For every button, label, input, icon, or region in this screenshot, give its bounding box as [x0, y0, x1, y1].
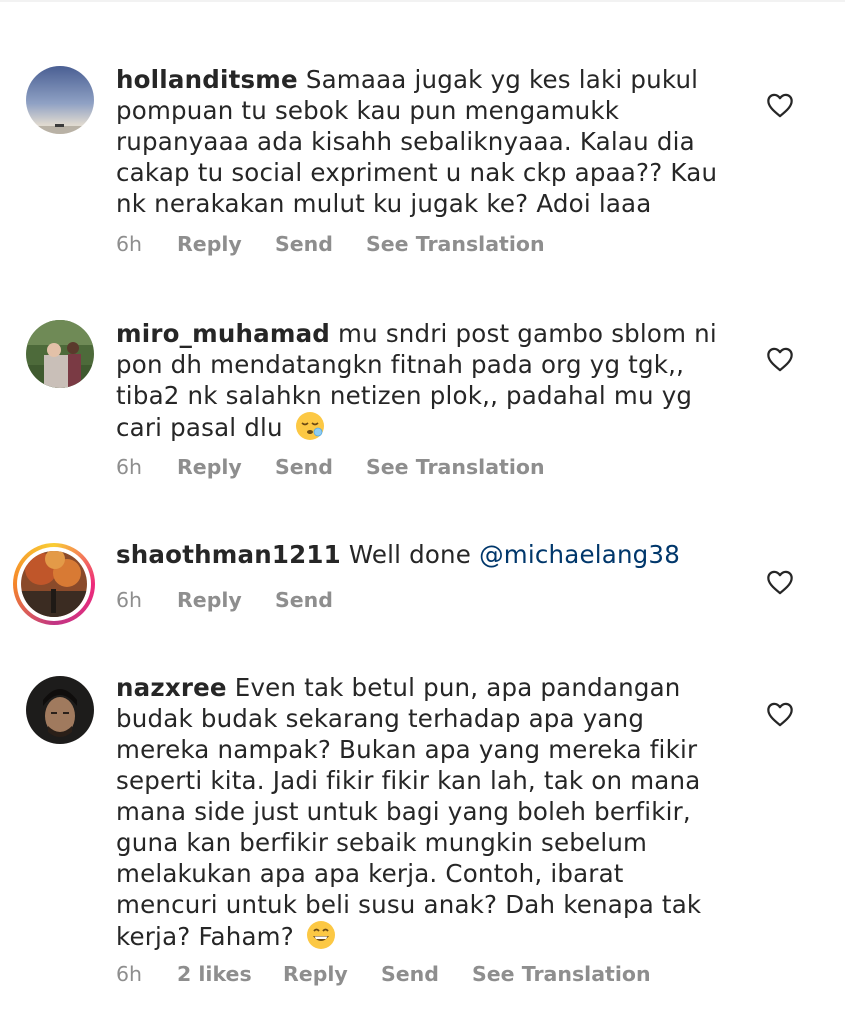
reply-button[interactable]: Reply — [177, 455, 242, 479]
sleepy-face-emoji — [295, 411, 325, 441]
see-translation-button[interactable]: See Translation — [366, 232, 545, 256]
comment-item: nazxree Even tak betul pun, apa pandanga… — [0, 660, 845, 1010]
avatar[interactable] — [26, 66, 94, 134]
comment-text: miro_muhamad mu sndri post gambo sblom n… — [116, 318, 726, 443]
reply-button[interactable]: Reply — [177, 232, 242, 256]
comment-text: nazxree Even tak betul pun, apa pandanga… — [116, 672, 726, 952]
comment-username[interactable]: hollanditsme — [116, 65, 298, 94]
avatar[interactable] — [26, 320, 94, 388]
comment-text: shaothman1211 Well done @michaelang38 — [116, 539, 726, 570]
comment-item: hollanditsme Samaaa jugak yg kes laki pu… — [0, 0, 845, 290]
mention-link[interactable]: @michaelang38 — [479, 540, 680, 569]
likes-count-button[interactable]: 2 likes — [177, 962, 252, 986]
comment-item: shaothman1211 Well done @michaelang38 6h… — [0, 530, 845, 640]
comment-body: Well done — [348, 540, 472, 569]
comment-body: Even tak betul pun, apa pandangan budak … — [116, 673, 702, 951]
avatar[interactable] — [26, 676, 94, 744]
grinning-face-emoji — [306, 920, 336, 950]
reply-button[interactable]: Reply — [177, 588, 242, 612]
reply-button[interactable]: Reply — [283, 962, 348, 986]
comment-username[interactable]: nazxree — [116, 673, 227, 702]
send-button[interactable]: Send — [381, 962, 439, 986]
heart-outline-icon[interactable] — [766, 701, 794, 727]
heart-outline-icon[interactable] — [766, 92, 794, 118]
comment-time: 6h — [116, 455, 143, 479]
see-translation-button[interactable]: See Translation — [366, 455, 545, 479]
comment-text: hollanditsme Samaaa jugak yg kes laki pu… — [116, 64, 726, 219]
comment-username[interactable]: shaothman1211 — [116, 540, 341, 569]
comment-item: miro_muhamad mu sndri post gambo sblom n… — [0, 300, 845, 510]
heart-outline-icon[interactable] — [766, 346, 794, 372]
comment-time: 6h — [116, 962, 143, 986]
avatar-story-ring[interactable] — [13, 543, 95, 625]
send-button[interactable]: Send — [275, 588, 333, 612]
send-button[interactable]: Send — [275, 455, 333, 479]
heart-outline-icon[interactable] — [766, 569, 794, 595]
send-button[interactable]: Send — [275, 232, 333, 256]
comment-time: 6h — [116, 232, 143, 256]
comment-username[interactable]: miro_muhamad — [116, 319, 330, 348]
see-translation-button[interactable]: See Translation — [472, 962, 651, 986]
comment-time: 6h — [116, 588, 143, 612]
